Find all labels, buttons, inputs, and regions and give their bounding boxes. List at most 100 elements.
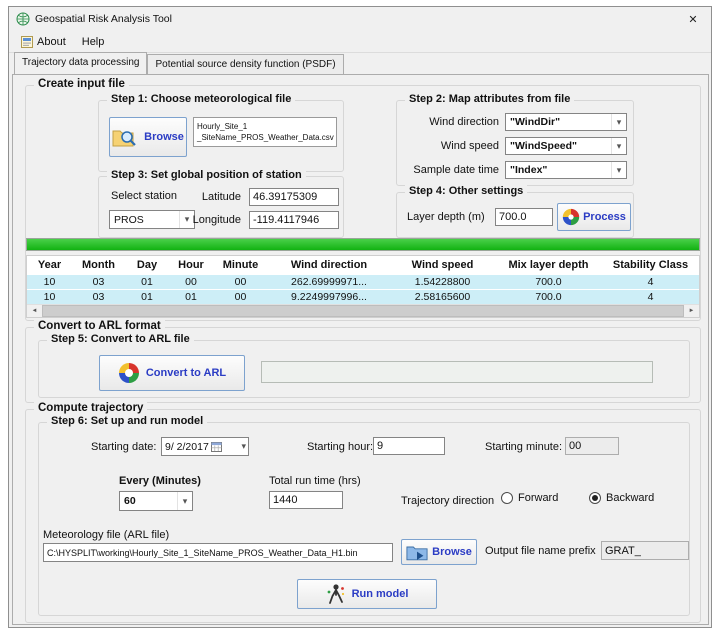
- radio-backward-circle: [589, 492, 601, 504]
- met-file-name-box: Hourly_Site_1 _SiteName_PROS_Weather_Dat…: [193, 117, 337, 147]
- radio-forward-label: Forward: [518, 492, 558, 504]
- tab-psdf[interactable]: Potential source density function (PSDF): [147, 54, 343, 74]
- longitude-label: Longitude: [187, 214, 241, 226]
- col-minute: Minute: [213, 259, 268, 271]
- wind-speed-value: "WindSpeed": [510, 140, 577, 152]
- longitude-input[interactable]: [249, 211, 339, 229]
- scroll-left-icon[interactable]: ◄: [27, 305, 42, 317]
- scroll-right-icon[interactable]: ►: [684, 305, 699, 317]
- starting-hour-input[interactable]: [373, 437, 445, 455]
- output-prefix-input[interactable]: [601, 541, 689, 560]
- run-figure-icon: [326, 583, 346, 605]
- close-button[interactable]: ✕: [675, 7, 711, 31]
- cell: 03: [72, 291, 125, 303]
- starting-date-picker[interactable]: 9/ 2/2017 ▾: [161, 437, 249, 456]
- group-compute-title: Compute trajectory: [34, 402, 147, 414]
- group-step4: Step 4: Other settings Layer depth (m) P…: [396, 192, 634, 238]
- output-prefix-label: Output file name prefix: [485, 545, 596, 557]
- menu-help-label: Help: [82, 36, 105, 48]
- cell: 700.0: [495, 276, 602, 288]
- chevron-down-icon: ▾: [611, 114, 626, 130]
- color-wheel-icon: [118, 362, 140, 384]
- sample-date-time-select[interactable]: "Index" ▾: [505, 161, 627, 179]
- menu-bar: About Help: [9, 31, 711, 53]
- radio-forward[interactable]: Forward: [501, 492, 558, 504]
- browse-met-file-label: Browse: [144, 131, 184, 143]
- cell: 00: [169, 276, 213, 288]
- wind-direction-select[interactable]: "WindDir" ▾: [505, 113, 627, 131]
- group-step2: Step 2: Map attributes from file Wind di…: [396, 100, 634, 186]
- sample-date-time-label: Sample date time: [403, 164, 499, 176]
- menu-help[interactable]: Help: [74, 34, 113, 50]
- menu-about[interactable]: About: [13, 34, 74, 50]
- group-convert-title: Convert to ARL format: [34, 320, 165, 332]
- cell: 01: [169, 291, 213, 303]
- met-arl-file-input[interactable]: [43, 543, 393, 562]
- wind-direction-label: Wind direction: [403, 116, 499, 128]
- app-globe-icon: [16, 12, 30, 26]
- cell: 262.69999971...: [268, 276, 390, 288]
- process-button[interactable]: Process: [557, 203, 631, 231]
- title-bar: Geospatial Risk Analysis Tool ✕: [9, 7, 711, 31]
- col-wind-speed: Wind speed: [390, 259, 495, 271]
- col-hour: Hour: [169, 259, 213, 271]
- radio-forward-circle: [501, 492, 513, 504]
- cell: 01: [125, 276, 169, 288]
- step4-title: Step 4: Other settings: [405, 185, 527, 197]
- scrollbar-thumb[interactable]: [42, 305, 684, 317]
- starting-minute-field: 00: [565, 437, 619, 455]
- convert-to-arl-label: Convert to ARL: [146, 367, 226, 379]
- convert-to-arl-button[interactable]: Convert to ARL: [99, 355, 245, 391]
- cell: 00: [213, 291, 268, 303]
- col-wind-direction: Wind direction: [268, 259, 390, 271]
- radio-backward[interactable]: Backward: [589, 492, 654, 504]
- table-header-row: Year Month Day Hour Minute Wind directio…: [27, 256, 699, 274]
- about-icon: [21, 36, 33, 48]
- starting-date-value: 9/ 2/2017: [165, 441, 209, 453]
- col-mix-layer-depth: Mix layer depth: [495, 259, 602, 271]
- every-minutes-select[interactable]: 60 ▾: [119, 491, 193, 511]
- browse-arl-button[interactable]: Browse: [401, 539, 477, 565]
- process-label: Process: [583, 211, 626, 223]
- table-row[interactable]: 10 03 01 00 00 262.69999971... 1.5422880…: [27, 275, 699, 289]
- chevron-down-icon: ▾: [611, 162, 626, 178]
- col-month: Month: [72, 259, 125, 271]
- latitude-input[interactable]: [249, 188, 339, 206]
- table-row[interactable]: 10 03 01 01 00 9.2249997996... 2.5816560…: [27, 290, 699, 304]
- wind-direction-value: "WindDir": [510, 116, 560, 128]
- pinwheel-icon: [562, 208, 580, 226]
- calendar-icon: [211, 441, 222, 452]
- weather-data-table: Year Month Day Hour Minute Wind directio…: [26, 255, 700, 318]
- cell: 2.58165600: [390, 291, 495, 303]
- chevron-down-icon: ▾: [177, 492, 192, 510]
- cell: 700.0: [495, 291, 602, 303]
- wind-speed-select[interactable]: "WindSpeed" ▾: [505, 137, 627, 155]
- station-select[interactable]: PROS ▾: [109, 210, 195, 229]
- group-step5: Step 5: Convert to ARL file Convert to A…: [38, 340, 690, 398]
- total-run-time-input[interactable]: [269, 491, 343, 509]
- met-file-name-line2: _SiteName_PROS_Weather_Data.csv: [197, 132, 333, 143]
- chevron-down-icon: ▾: [239, 441, 248, 452]
- every-minutes-value: 60: [124, 495, 136, 507]
- tab-trajectory-data-processing[interactable]: Trajectory data processing: [14, 52, 147, 74]
- browse-met-file-button[interactable]: Browse: [109, 117, 187, 157]
- starting-hour-label: Starting hour:: [307, 441, 373, 453]
- starting-date-label: Starting date:: [91, 441, 156, 453]
- col-stability-class: Stability Class: [602, 259, 699, 271]
- table-hscrollbar[interactable]: ◄ ►: [27, 304, 699, 317]
- select-station-label: Select station: [111, 190, 177, 202]
- every-minutes-label: Every (Minutes): [119, 475, 201, 487]
- radio-backward-label: Backward: [606, 492, 654, 504]
- menu-about-label: About: [37, 36, 66, 48]
- layer-depth-input[interactable]: [495, 208, 553, 226]
- folder-search-icon: [112, 127, 138, 147]
- met-file-name-line1: Hourly_Site_1: [197, 121, 333, 132]
- group-step3: Step 3: Set global position of station S…: [98, 176, 344, 238]
- step2-title: Step 2: Map attributes from file: [405, 93, 574, 105]
- station-value: PROS: [114, 214, 144, 226]
- convert-progress-bar: [261, 361, 653, 383]
- run-model-button[interactable]: Run model: [297, 579, 437, 609]
- group-convert-arl: Convert to ARL format Step 5: Convert to…: [25, 327, 701, 403]
- app-window: Geospatial Risk Analysis Tool ✕ About He…: [8, 6, 712, 628]
- group-create-input-file: Create input file Step 1: Choose meteoro…: [25, 85, 701, 321]
